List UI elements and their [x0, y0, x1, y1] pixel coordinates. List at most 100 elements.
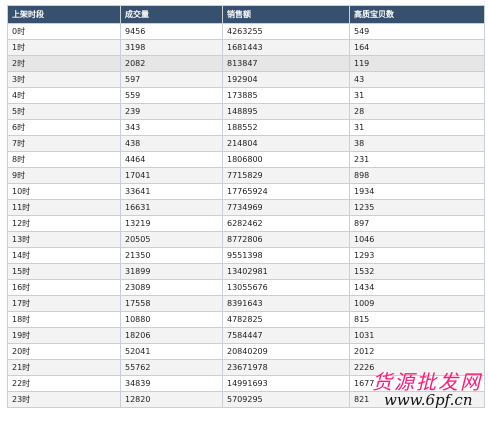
cell-listing-hour: 10时	[7, 183, 121, 200]
cell-sales: 1806800	[222, 151, 350, 168]
table-row: 19时 18206 7584447 1031	[7, 327, 485, 344]
cell-volume: 597	[120, 71, 223, 88]
header-sales: 销售额	[222, 5, 350, 24]
cell-listing-hour: 21时	[7, 359, 121, 376]
cell-listing-hour: 8时	[7, 151, 121, 168]
cell-volume: 9456	[120, 23, 223, 40]
cell-listing-hour: 22时	[7, 375, 121, 392]
cell-listing-hour: 12时	[7, 215, 121, 232]
table-row: 5时 239 148895 28	[7, 103, 485, 120]
header-listing-hour: 上架时段	[7, 5, 121, 24]
cell-listing-hour: 11时	[7, 199, 121, 216]
watermark: 货源批发网 www.6pf.cn	[370, 366, 488, 414]
watermark-url-text: www.6pf.cn	[384, 391, 473, 409]
header-volume: 成交量	[120, 5, 223, 24]
cell-volume: 52041	[120, 343, 223, 360]
cell-listing-hour: 20时	[7, 343, 121, 360]
table-row: 11时 16631 7734969 1235	[7, 199, 485, 216]
table-row: 7时 438 214804 38	[7, 135, 485, 152]
cell-listing-hour: 6时	[7, 119, 121, 136]
cell-sales: 192904	[222, 71, 350, 88]
cell-quality-items: 1293	[349, 247, 485, 264]
cell-listing-hour: 15时	[7, 263, 121, 280]
cell-volume: 3198	[120, 39, 223, 56]
cell-sales: 188552	[222, 119, 350, 136]
cell-quality-items: 1031	[349, 327, 485, 344]
cell-sales: 7584447	[222, 327, 350, 344]
table-row: 20时 52041 20840209 2012	[7, 343, 485, 360]
cell-listing-hour: 9时	[7, 167, 121, 184]
cell-listing-hour: 13时	[7, 231, 121, 248]
cell-quality-items: 1009	[349, 295, 485, 312]
cell-listing-hour: 16时	[7, 279, 121, 296]
cell-sales: 6282462	[222, 215, 350, 232]
table-row: 0时 9456 4263255 549	[7, 23, 485, 40]
cell-quality-items: 1046	[349, 231, 485, 248]
cell-quality-items: 119	[349, 55, 485, 72]
cell-quality-items: 31	[349, 119, 485, 136]
cell-listing-hour: 19时	[7, 327, 121, 344]
cell-volume: 17558	[120, 295, 223, 312]
header-quality-items: 高质宝贝数	[349, 5, 485, 24]
cell-volume: 23089	[120, 279, 223, 296]
table-row: 9时 17041 7715829 898	[7, 167, 485, 184]
cell-sales: 23671978	[222, 359, 350, 376]
cell-sales: 148895	[222, 103, 350, 120]
cell-volume: 13219	[120, 215, 223, 232]
cell-volume: 12820	[120, 391, 223, 408]
cell-quality-items: 164	[349, 39, 485, 56]
data-table-container: 上架时段 成交量 销售额 高质宝贝数 0时 9456 4263255 549 1时 319…	[7, 5, 485, 408]
cell-volume: 4464	[120, 151, 223, 168]
table-row: 2时 2082 813847 119	[7, 55, 485, 72]
cell-listing-hour: 1时	[7, 39, 121, 56]
table-row: 17时 17558 8391643 1009	[7, 295, 485, 312]
cell-quality-items: 1434	[349, 279, 485, 296]
table-body: 0时 9456 4263255 549 1时 3198 1681443 164 2时 2082 81…	[7, 23, 485, 408]
cell-sales: 8391643	[222, 295, 350, 312]
table-row: 3时 597 192904 43	[7, 71, 485, 88]
cell-sales: 13055676	[222, 279, 350, 296]
cell-volume: 16631	[120, 199, 223, 216]
cell-sales: 5709295	[222, 391, 350, 408]
cell-sales: 4263255	[222, 23, 350, 40]
cell-volume: 559	[120, 87, 223, 104]
cell-listing-hour: 3时	[7, 71, 121, 88]
cell-sales: 214804	[222, 135, 350, 152]
cell-quality-items: 815	[349, 311, 485, 328]
cell-listing-hour: 2时	[7, 55, 121, 72]
table-row: 16时 23089 13055676 1434	[7, 279, 485, 296]
cell-quality-items: 43	[349, 71, 485, 88]
cell-quality-items: 549	[349, 23, 485, 40]
cell-quality-items: 1235	[349, 199, 485, 216]
cell-sales: 4782825	[222, 311, 350, 328]
table-row: 15时 31899 13402981 1532	[7, 263, 485, 280]
cell-listing-hour: 17时	[7, 295, 121, 312]
cell-sales: 14991693	[222, 375, 350, 392]
table-row: 18时 10880 4782825 815	[7, 311, 485, 328]
cell-volume: 343	[120, 119, 223, 136]
table-row: 1时 3198 1681443 164	[7, 39, 485, 56]
cell-listing-hour: 4时	[7, 87, 121, 104]
cell-volume: 438	[120, 135, 223, 152]
table-header-row: 上架时段 成交量 销售额 高质宝贝数	[7, 5, 485, 24]
table-row: 12时 13219 6282462 897	[7, 215, 485, 232]
cell-volume: 10880	[120, 311, 223, 328]
cell-volume: 34839	[120, 375, 223, 392]
cell-sales: 9551398	[222, 247, 350, 264]
cell-sales: 7734969	[222, 199, 350, 216]
table-row: 6时 343 188552 31	[7, 119, 485, 136]
cell-listing-hour: 18时	[7, 311, 121, 328]
cell-volume: 18206	[120, 327, 223, 344]
cell-listing-hour: 23时	[7, 391, 121, 408]
cell-quality-items: 28	[349, 103, 485, 120]
sales-by-listing-hour-table: 上架时段 成交量 销售额 高质宝贝数 0时 9456 4263255 549 1时 319…	[7, 5, 485, 408]
cell-quality-items: 231	[349, 151, 485, 168]
cell-quality-items: 897	[349, 215, 485, 232]
table-row: 10时 33641 17765924 1934	[7, 183, 485, 200]
table-row: 4时 559 173885 31	[7, 87, 485, 104]
cell-quality-items: 31	[349, 87, 485, 104]
cell-volume: 2082	[120, 55, 223, 72]
cell-volume: 17041	[120, 167, 223, 184]
cell-sales: 173885	[222, 87, 350, 104]
cell-quality-items: 38	[349, 135, 485, 152]
